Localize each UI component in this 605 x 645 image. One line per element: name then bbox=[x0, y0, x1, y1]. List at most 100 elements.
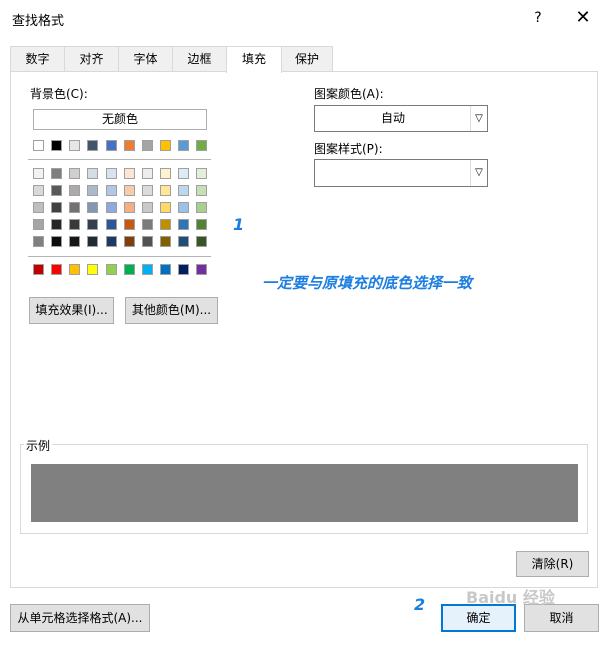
color-swatch[interactable] bbox=[160, 236, 171, 247]
color-swatch[interactable] bbox=[51, 264, 62, 275]
color-swatch[interactable] bbox=[160, 202, 171, 213]
color-swatch[interactable] bbox=[178, 202, 189, 213]
color-swatch[interactable] bbox=[106, 219, 117, 230]
color-swatch[interactable] bbox=[33, 185, 44, 196]
close-button[interactable]: ✕ bbox=[566, 4, 600, 32]
color-swatch[interactable] bbox=[142, 264, 153, 275]
color-swatch[interactable] bbox=[69, 236, 80, 247]
color-swatch[interactable] bbox=[178, 236, 189, 247]
color-swatch[interactable] bbox=[69, 202, 80, 213]
fill-effects-button[interactable]: 填充效果(I)... bbox=[29, 297, 114, 324]
pattern-style-dropdown[interactable]: ▽ bbox=[314, 159, 488, 187]
color-swatch[interactable] bbox=[33, 140, 44, 151]
color-swatch[interactable] bbox=[196, 236, 207, 247]
color-swatch[interactable] bbox=[124, 140, 135, 151]
color-swatch[interactable] bbox=[69, 168, 80, 179]
tab-protection[interactable]: 保护 bbox=[281, 46, 333, 72]
color-swatch[interactable] bbox=[160, 168, 171, 179]
color-swatch[interactable] bbox=[69, 140, 80, 151]
palette-divider bbox=[28, 159, 211, 160]
color-swatch[interactable] bbox=[87, 202, 98, 213]
color-swatch[interactable] bbox=[160, 264, 171, 275]
color-swatch[interactable] bbox=[33, 264, 44, 275]
color-swatch[interactable] bbox=[51, 202, 62, 213]
color-swatch[interactable] bbox=[87, 264, 98, 275]
choose-format-from-cell-button[interactable]: 从单元格选择格式(A)... bbox=[10, 604, 150, 632]
color-swatch[interactable] bbox=[124, 219, 135, 230]
color-swatch[interactable] bbox=[124, 202, 135, 213]
color-swatch[interactable] bbox=[160, 185, 171, 196]
more-colors-button[interactable]: 其他颜色(M)... bbox=[125, 297, 218, 324]
color-swatch[interactable] bbox=[142, 219, 153, 230]
tab-number[interactable]: 数字 bbox=[10, 46, 65, 72]
title-bar bbox=[0, 0, 605, 36]
color-swatch[interactable] bbox=[160, 140, 171, 151]
color-swatch[interactable] bbox=[196, 168, 207, 179]
color-swatch[interactable] bbox=[87, 168, 98, 179]
color-swatch[interactable] bbox=[178, 185, 189, 196]
ok-button[interactable]: 确定 bbox=[441, 604, 516, 632]
color-swatch[interactable] bbox=[106, 202, 117, 213]
color-swatch[interactable] bbox=[106, 236, 117, 247]
chevron-down-icon[interactable]: ▽ bbox=[470, 106, 487, 131]
color-swatch[interactable] bbox=[142, 168, 153, 179]
dialog-title: 查找格式 bbox=[12, 14, 65, 29]
color-swatch[interactable] bbox=[196, 185, 207, 196]
tab-font[interactable]: 字体 bbox=[118, 46, 173, 72]
color-swatch[interactable] bbox=[33, 202, 44, 213]
pattern-color-label: 图案颜色(A): bbox=[314, 87, 384, 101]
color-swatch[interactable] bbox=[160, 219, 171, 230]
color-swatch[interactable] bbox=[106, 140, 117, 151]
pattern-color-dropdown[interactable]: 自动 ▽ bbox=[314, 105, 488, 132]
color-swatch[interactable] bbox=[87, 219, 98, 230]
color-swatch[interactable] bbox=[33, 236, 44, 247]
cancel-button[interactable]: 取消 bbox=[524, 604, 599, 632]
color-swatch[interactable] bbox=[178, 140, 189, 151]
pattern-color-value: 自动 bbox=[380, 111, 405, 125]
color-swatch[interactable] bbox=[124, 264, 135, 275]
palette-divider bbox=[28, 256, 211, 257]
color-swatch[interactable] bbox=[142, 236, 153, 247]
color-swatch[interactable] bbox=[196, 202, 207, 213]
annotation-note: 一定要与原填充的底色选择一致 bbox=[262, 274, 473, 292]
color-swatch[interactable] bbox=[51, 168, 62, 179]
color-swatch[interactable] bbox=[69, 185, 80, 196]
color-swatch[interactable] bbox=[87, 236, 98, 247]
color-swatch[interactable] bbox=[106, 185, 117, 196]
color-swatch[interactable] bbox=[178, 264, 189, 275]
color-swatch[interactable] bbox=[87, 185, 98, 196]
color-swatch[interactable] bbox=[124, 185, 135, 196]
color-swatch[interactable] bbox=[69, 264, 80, 275]
color-swatch[interactable] bbox=[142, 202, 153, 213]
color-swatch[interactable] bbox=[178, 168, 189, 179]
tab-border[interactable]: 边框 bbox=[172, 46, 227, 72]
color-swatch[interactable] bbox=[196, 264, 207, 275]
color-swatch[interactable] bbox=[124, 236, 135, 247]
color-swatch[interactable] bbox=[33, 219, 44, 230]
pattern-style-value bbox=[315, 160, 471, 186]
tab-alignment[interactable]: 对齐 bbox=[64, 46, 119, 72]
chevron-down-icon[interactable]: ▽ bbox=[470, 160, 487, 186]
color-swatch[interactable] bbox=[51, 219, 62, 230]
color-swatch[interactable] bbox=[178, 219, 189, 230]
color-swatch[interactable] bbox=[124, 168, 135, 179]
annotation-marker-1: 1 bbox=[233, 215, 245, 234]
color-swatch[interactable] bbox=[87, 140, 98, 151]
color-swatch[interactable] bbox=[69, 219, 80, 230]
color-swatch[interactable] bbox=[106, 264, 117, 275]
color-swatch[interactable] bbox=[196, 219, 207, 230]
tab-fill[interactable]: 填充 bbox=[226, 46, 282, 73]
annotation-marker-2: 2 bbox=[414, 595, 426, 614]
color-swatch[interactable] bbox=[106, 168, 117, 179]
color-swatch[interactable] bbox=[142, 185, 153, 196]
color-swatch[interactable] bbox=[196, 140, 207, 151]
clear-button[interactable]: 清除(R) bbox=[516, 551, 589, 577]
color-swatch[interactable] bbox=[33, 168, 44, 179]
color-swatch[interactable] bbox=[142, 140, 153, 151]
help-button[interactable]: ? bbox=[524, 4, 552, 32]
background-color-label: 背景色(C): bbox=[30, 87, 88, 101]
color-swatch[interactable] bbox=[51, 140, 62, 151]
color-swatch[interactable] bbox=[51, 185, 62, 196]
color-swatch[interactable] bbox=[51, 236, 62, 247]
no-color-button[interactable]: 无颜色 bbox=[33, 109, 207, 130]
